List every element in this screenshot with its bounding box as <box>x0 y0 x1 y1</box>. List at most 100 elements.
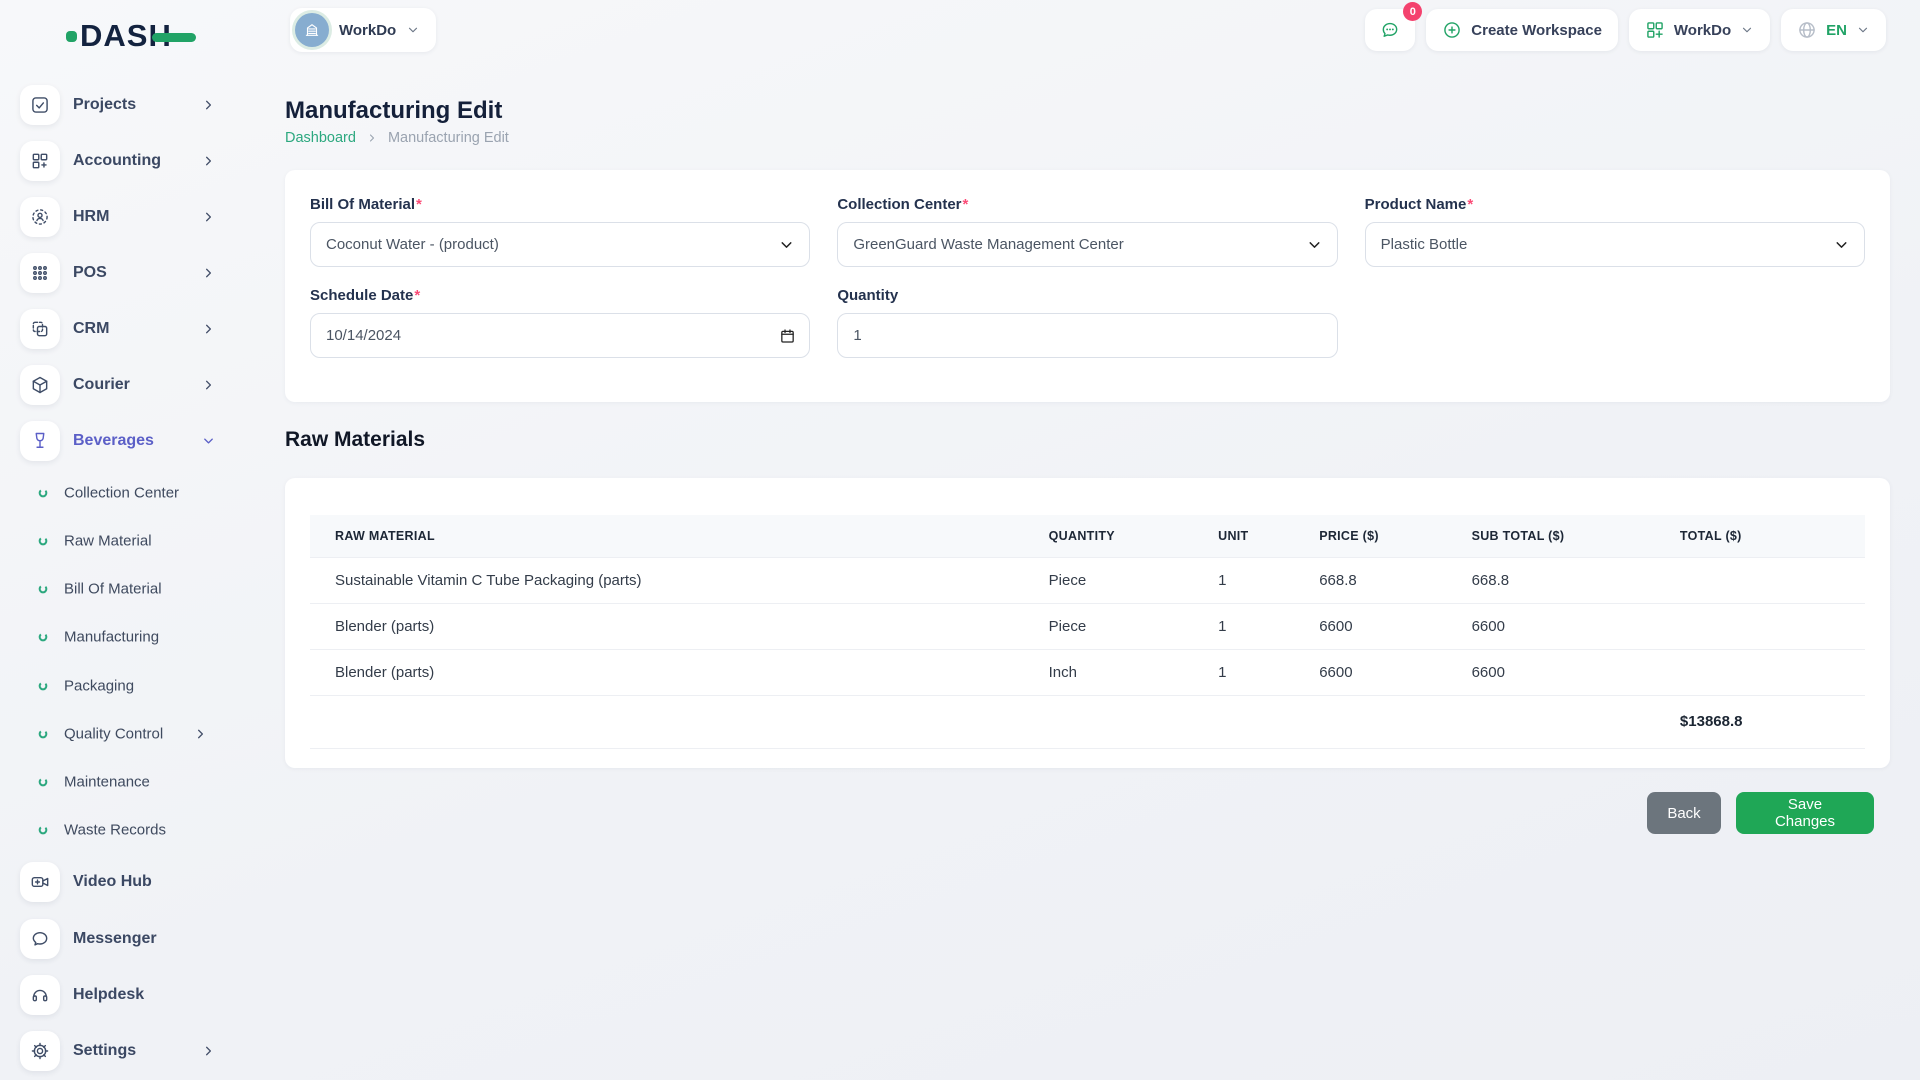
column-header: UNIT <box>1218 515 1319 557</box>
field-label: Product Name* <box>1365 196 1865 213</box>
globe-icon <box>1797 20 1817 40</box>
form-actions: Back Save Changes <box>1647 792 1874 834</box>
bullet-icon <box>38 632 48 642</box>
package-icon <box>20 365 60 405</box>
selected-value: Coconut Water - (product) <box>326 236 499 253</box>
page-title: Manufacturing Edit <box>285 97 502 125</box>
sidebar-subitem-collection-center[interactable]: Collection Center <box>0 469 250 517</box>
collection-center-select[interactable]: GreenGuard Waste Management Center <box>837 222 1337 267</box>
table-row: Blender (parts) Piece 1 6600 6600 <box>310 603 1865 649</box>
cell-raw-material: Sustainable Vitamin C Tube Packaging (pa… <box>310 557 1049 603</box>
sidebar-item-video-hub[interactable]: Video Hub <box>0 854 250 910</box>
app-switcher-button[interactable]: WorkDo <box>1629 9 1770 51</box>
building-icon <box>303 21 321 39</box>
chevron-down-icon <box>1740 23 1754 37</box>
sidebar-subitem-bill-of-material[interactable]: Bill Of Material <box>0 565 250 613</box>
bullet-icon <box>38 777 48 787</box>
sidebar-subitem-label: Quality Control <box>64 726 163 743</box>
sidebar-item-label: Messenger <box>73 930 157 948</box>
bill-of-material-select[interactable]: Coconut Water - (product) <box>310 222 810 267</box>
sidebar-subitem-packaging[interactable]: Packaging <box>0 662 250 710</box>
sidebar-item-helpdesk[interactable]: Helpdesk <box>0 967 250 1023</box>
language-selector[interactable]: EN <box>1781 9 1886 51</box>
messages-badge: 0 <box>1403 2 1422 21</box>
quantity-input[interactable] <box>837 313 1337 358</box>
sidebar-item-courier[interactable]: Courier <box>0 357 250 413</box>
breadcrumb-dashboard-link[interactable]: Dashboard <box>285 130 356 146</box>
header-actions: 0 Create Workspace WorkDo EN <box>1365 9 1886 51</box>
hrm-icon <box>20 197 60 237</box>
cell-unit: 1 <box>1218 649 1319 695</box>
sidebar-item-label: Helpdesk <box>73 986 144 1004</box>
sidebar-subitem-label: Manufacturing <box>64 629 159 646</box>
chevron-down-icon <box>1856 23 1870 37</box>
back-button[interactable]: Back <box>1647 792 1721 834</box>
sidebar-subitem-waste-records[interactable]: Waste Records <box>0 806 250 854</box>
sidebar-subitem-maintenance[interactable]: Maintenance <box>0 758 250 806</box>
save-changes-button[interactable]: Save Changes <box>1736 792 1874 834</box>
sidebar-item-beverages[interactable]: Beverages <box>0 413 250 469</box>
breadcrumb-current: Manufacturing Edit <box>388 130 509 146</box>
workspace-selector[interactable]: WorkDo <box>290 8 436 52</box>
crm-icon <box>20 309 60 349</box>
raw-materials-card: RAW MATERIAL QUANTITY UNIT PRICE ($) SUB… <box>285 478 1890 768</box>
wine-glass-icon <box>20 421 60 461</box>
chevron-down-icon <box>778 236 795 253</box>
cell-total <box>1680 603 1865 649</box>
chevron-down-icon <box>406 23 420 37</box>
chevron-down-icon <box>201 434 216 449</box>
schedule-date-input[interactable]: 10/14/2024 <box>310 313 810 358</box>
field-collection-center: Collection Center* GreenGuard Waste Mana… <box>837 196 1337 267</box>
sidebar-item-projects[interactable]: Projects <box>0 77 250 133</box>
sidebar-item-label: Video Hub <box>73 873 152 891</box>
cell-price: 6600 <box>1319 649 1471 695</box>
sidebar-item-crm[interactable]: CRM <box>0 301 250 357</box>
create-workspace-label: Create Workspace <box>1471 22 1602 39</box>
chevron-right-icon <box>201 1044 216 1059</box>
sidebar-subitem-raw-material[interactable]: Raw Material <box>0 517 250 565</box>
cell-total <box>1680 649 1865 695</box>
sidebar-item-accounting[interactable]: Accounting <box>0 133 250 189</box>
logo-dot <box>66 31 77 42</box>
messages-button[interactable]: 0 <box>1365 9 1415 51</box>
field-label: Quantity <box>837 287 1337 304</box>
bullet-icon <box>38 681 48 691</box>
sidebar-subitem-quality-control[interactable]: Quality Control <box>0 710 250 758</box>
field-quantity: Quantity <box>837 287 1337 358</box>
sidebar-item-settings[interactable]: Settings <box>0 1023 250 1079</box>
chevron-right-icon <box>201 266 216 281</box>
sidebar-item-label: Beverages <box>73 432 154 450</box>
manufacturing-form-card: Bill Of Material* Coconut Water - (produ… <box>285 170 1890 402</box>
projects-icon <box>20 85 60 125</box>
sidebar-item-label: POS <box>73 264 107 282</box>
chat-bubble-icon <box>20 919 60 959</box>
sidebar-item-label: Courier <box>73 376 130 394</box>
field-product-name: Product Name* Plastic Bottle <box>1365 196 1865 267</box>
create-workspace-button[interactable]: Create Workspace <box>1426 9 1618 51</box>
column-header: PRICE ($) <box>1319 515 1471 557</box>
cell-sub-total: 668.8 <box>1472 557 1680 603</box>
sidebar-subitem-manufacturing[interactable]: Manufacturing <box>0 613 250 661</box>
grand-total-value: $13868.8 <box>1680 695 1865 748</box>
required-marker: * <box>1467 196 1473 213</box>
app-logo[interactable]: DASH <box>66 18 196 54</box>
field-bill-of-material: Bill Of Material* Coconut Water - (produ… <box>310 196 810 267</box>
cell-price: 6600 <box>1319 603 1471 649</box>
cell-sub-total: 6600 <box>1472 649 1680 695</box>
cell-raw-material: Blender (parts) <box>310 649 1049 695</box>
table-row: Blender (parts) Inch 1 6600 6600 <box>310 649 1865 695</box>
sidebar-item-messenger[interactable]: Messenger <box>0 911 250 967</box>
chevron-right-icon <box>201 378 216 393</box>
sidebar-item-hrm[interactable]: HRM <box>0 189 250 245</box>
sidebar-item-pos[interactable]: POS <box>0 245 250 301</box>
required-marker: * <box>414 287 420 304</box>
cell-sub-total: 6600 <box>1472 603 1680 649</box>
gear-icon <box>20 1031 60 1071</box>
product-name-select[interactable]: Plastic Bottle <box>1365 222 1865 267</box>
cell-quantity: Piece <box>1049 557 1218 603</box>
cell-unit: 1 <box>1218 557 1319 603</box>
bullet-icon <box>38 536 48 546</box>
accounting-icon <box>20 141 60 181</box>
selected-value: GreenGuard Waste Management Center <box>853 236 1123 253</box>
cell-raw-material: Blender (parts) <box>310 603 1049 649</box>
